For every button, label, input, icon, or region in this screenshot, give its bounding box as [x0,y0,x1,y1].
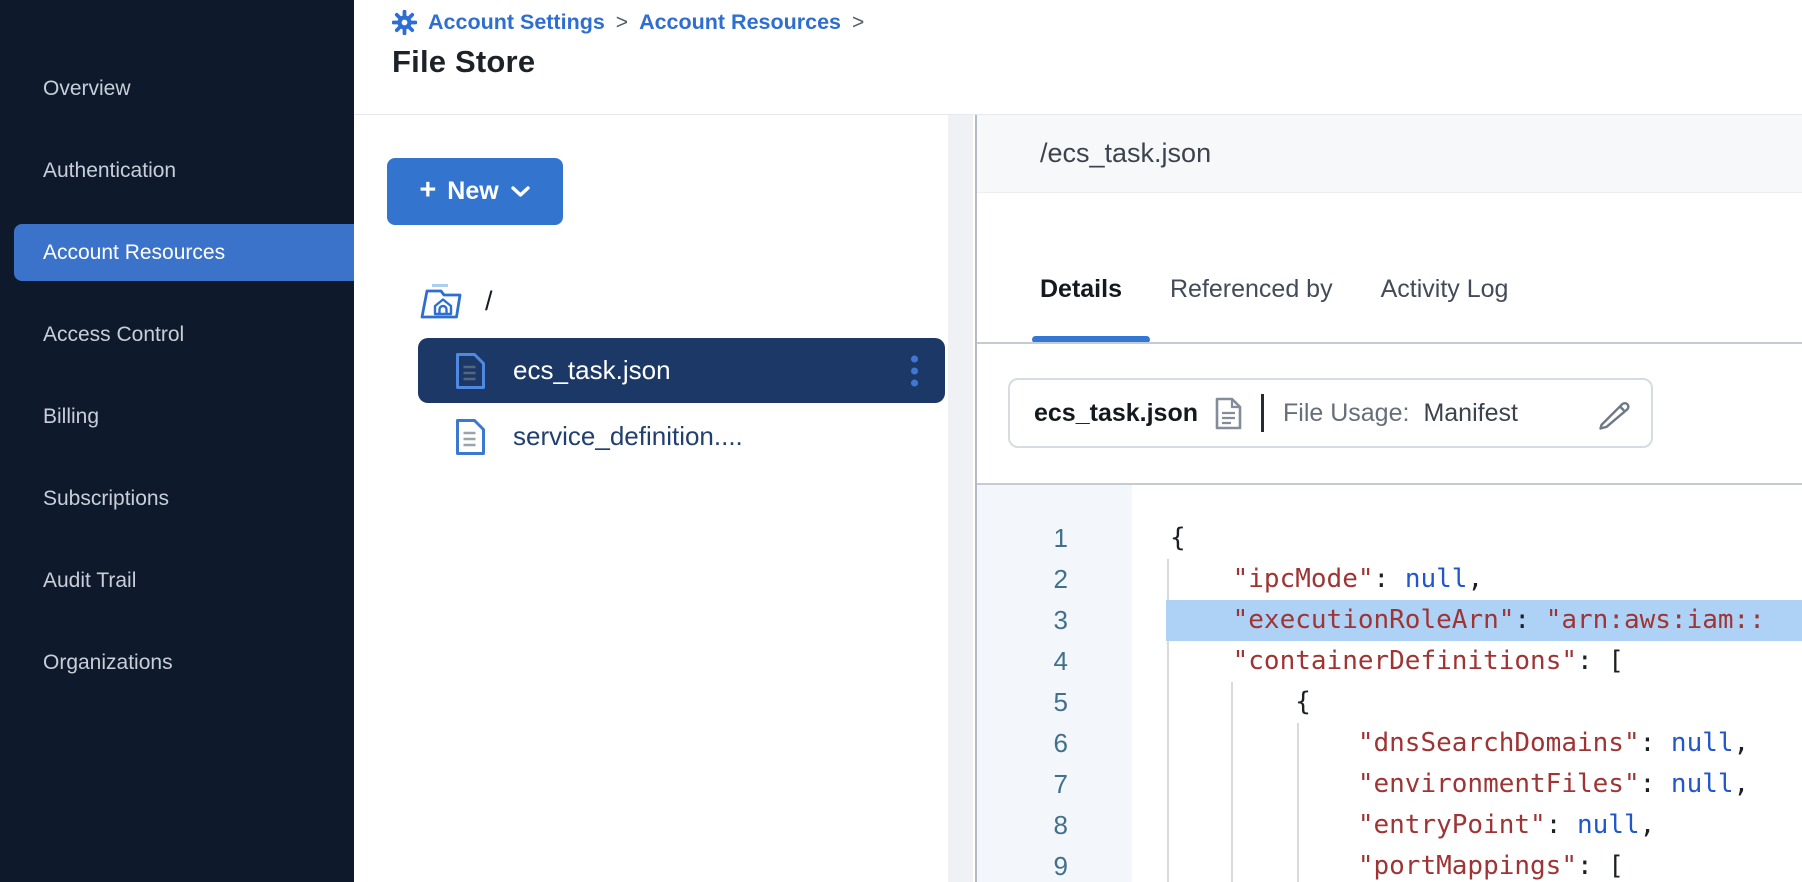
code-line-1: { [1132,518,1802,559]
breadcrumb-link-account-resources[interactable]: Account Resources [639,10,841,35]
sidebar-item-authentication[interactable]: Authentication [0,142,354,199]
file-path-header: /ecs_task.json [977,115,1802,193]
page-title: File Store [392,44,535,80]
file-path: /ecs_task.json [1040,138,1211,169]
line-number: 7 [977,764,1132,805]
new-button-label: New [447,177,498,206]
file-store-panel: + New / ecs_task.json service_definition.… [354,115,948,882]
breadcrumb: Account Settings > Account Resources > [392,10,864,35]
file-list: ecs_task.json service_definition.... [418,338,945,468]
file-row-service-definition[interactable]: service_definition.... [418,405,945,468]
line-number-gutter: 123456789 [977,485,1132,882]
breadcrumb-separator: > [852,11,864,35]
file-details-panel: /ecs_task.json Details Referenced by Activ… [977,115,1802,882]
line-number: 8 [977,805,1132,846]
code-line-9: "portMappings": [ [1132,846,1802,882]
tab-referenced-by[interactable]: Referenced by [1170,275,1333,304]
kebab-menu-icon[interactable] [911,355,918,386]
file-info-box: ecs_task.json File Usage: Manifest [1008,378,1653,448]
line-number: 2 [977,559,1132,600]
line-number: 4 [977,641,1132,682]
file-usage-value: Manifest [1423,399,1517,428]
root-folder-row[interactable]: / [418,279,493,323]
sidebar-nav: Overview Authentication Account Resources A… [0,0,354,691]
document-icon [1215,397,1242,430]
plus-icon: + [419,174,436,207]
gear-icon [392,10,417,35]
tab-activity-log[interactable]: Activity Log [1381,275,1509,304]
sidebar-item-subscriptions[interactable]: Subscriptions [0,470,354,527]
file-info-name: ecs_task.json [1034,399,1198,428]
line-number: 3 [977,600,1132,641]
app-window: OverviewAuthenticationAccount ResourcesA… [0,0,1802,882]
chevron-down-icon [510,185,531,198]
file-icon [455,352,486,390]
sidebar-item-overview[interactable]: Overview [0,60,354,117]
code-line-6: "dnsSearchDomains": null, [1132,723,1802,764]
code-pane[interactable]: { "ipcMode": null, "executionRoleArn": "… [1132,485,1802,882]
divider [1261,394,1264,432]
sidebar-item-audit-trail[interactable]: Audit Trail [0,552,354,609]
file-row-ecs-task-json[interactable]: ecs_task.json [418,338,945,403]
sidebar-item-billing[interactable]: Billing [0,388,354,445]
home-folder-icon [418,279,468,323]
code-line-2: "ipcMode": null, [1132,559,1802,600]
file-name: ecs_task.json [513,355,671,386]
line-number: 6 [977,723,1132,764]
page-header: Account Settings > Account Resources > F… [354,0,1802,115]
tabs: Details Referenced by Activity Log [1040,275,1508,304]
code-line-8: "entryPoint": null, [1132,805,1802,846]
line-number: 1 [977,518,1132,559]
code-line-4: "containerDefinitions": [ [1132,641,1802,682]
file-icon [455,418,486,456]
tabs-divider [977,342,1802,344]
root-folder-label: / [485,286,493,317]
breadcrumb-separator: > [616,11,628,35]
file-name: service_definition.... [513,421,743,452]
code-line-3: "executionRoleArn": "arn:aws:iam:: [1132,600,1802,641]
file-usage-label: File Usage: [1283,399,1409,428]
breadcrumb-link-account-settings[interactable]: Account Settings [428,10,605,35]
code-line-5: { [1132,682,1802,723]
tab-details[interactable]: Details [1040,275,1122,304]
edit-pencil-icon[interactable] [1598,397,1631,430]
sidebar: Overview Authentication Account Resources A… [0,0,354,882]
scrollbar-track[interactable] [948,115,973,882]
new-button[interactable]: + New [387,158,563,225]
sidebar-item-access-control[interactable]: Access Control [0,306,354,363]
sidebar-item-organizations[interactable]: Organizations [0,634,354,691]
code-line-7: "environmentFiles": null, [1132,764,1802,805]
sidebar-item-account-resources[interactable]: Account Resources [14,224,354,281]
code-viewer[interactable]: 123456789 { "ipcMode": null, "executionR… [977,483,1802,882]
line-number: 5 [977,682,1132,723]
line-number: 9 [977,846,1132,882]
